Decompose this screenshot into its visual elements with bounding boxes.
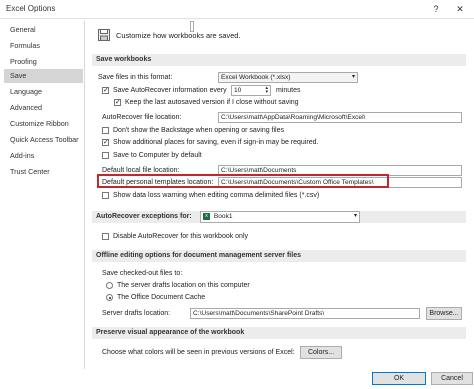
- autorecover-location-label: AutoRecover file location:: [102, 114, 182, 121]
- server-drafts-radio[interactable]: [106, 282, 113, 289]
- server-drafts-option-label: The server drafts location on this compu…: [117, 282, 250, 289]
- sidebar-item-quick-access-toolbar[interactable]: Quick Access Toolbar: [4, 133, 83, 147]
- window-title: Excel Options: [6, 4, 56, 13]
- autorecover-location-input[interactable]: C:\Users\matt\AppData\Roaming\Microsoft\…: [218, 112, 462, 123]
- save-checked-out-label: Save checked-out files to:: [102, 270, 183, 277]
- format-dropdown[interactable]: Excel Workbook (*.xlsx) ▾: [218, 72, 358, 83]
- main-content: Customize how workbooks are saved. Save …: [92, 21, 470, 367]
- excel-workbook-icon: x: [203, 212, 210, 220]
- office-cache-radio[interactable]: [106, 294, 113, 301]
- title-bar: Excel Options ? ✕: [0, 0, 474, 19]
- autorecover-checkbox[interactable]: ✓: [102, 87, 109, 94]
- ok-button[interactable]: OK: [372, 372, 426, 385]
- sidebar-item-save[interactable]: Save: [4, 69, 83, 83]
- section-offline-editing: Offline editing options for document man…: [92, 250, 466, 262]
- workbook-dropdown[interactable]: x Book1 ▾: [200, 211, 360, 223]
- sidebar-item-trust-center[interactable]: Trust Center: [4, 165, 83, 179]
- server-drafts-input[interactable]: C:\Users\matt\Documents\SharePoint Draft…: [190, 308, 420, 319]
- computer-default-checkbox[interactable]: [102, 152, 109, 159]
- backstage-checkbox[interactable]: [102, 127, 109, 134]
- sidebar-item-proofing[interactable]: Proofing: [4, 55, 83, 69]
- save-disk-icon: [98, 29, 110, 41]
- keep-last-label: Keep the last autosaved version if I clo…: [125, 99, 299, 106]
- data-loss-label: Show data loss warning when editing comm…: [113, 192, 320, 199]
- colors-button[interactable]: Colors...: [300, 346, 342, 359]
- data-loss-checkbox[interactable]: [102, 192, 109, 199]
- dialog-footer: OK Cancel: [0, 369, 474, 389]
- autorecover-minutes-value: 10: [234, 87, 242, 94]
- sidebar-item-language[interactable]: Language: [4, 85, 83, 99]
- autorecover-exceptions-label: AutoRecover exceptions for:: [96, 213, 192, 220]
- format-label: Save files in this format:: [98, 74, 173, 81]
- backstage-label: Don't show the Backstage when opening or…: [113, 127, 284, 134]
- sidebar-item-add-ins[interactable]: Add-ins: [4, 149, 83, 163]
- close-button[interactable]: ✕: [452, 2, 468, 16]
- spin-arrows-icon: ▴ ▾: [265, 85, 268, 95]
- additional-places-label: Show additional places for saving, even …: [113, 139, 319, 146]
- autorecover-minutes-spinner[interactable]: 10 ▴ ▾: [231, 85, 271, 96]
- section-save-workbooks: Save workbooks: [92, 54, 466, 66]
- disable-autorecover-checkbox[interactable]: [102, 233, 109, 240]
- default-local-label: Default local file location:: [102, 167, 180, 174]
- chevron-down-icon: ▾: [353, 213, 357, 219]
- sidebar: General Formulas Proofing Save Language …: [4, 21, 85, 369]
- computer-default-label: Save to Computer by default: [113, 152, 202, 159]
- sidebar-item-customize-ribbon[interactable]: Customize Ribbon: [4, 117, 83, 131]
- cancel-button[interactable]: Cancel: [431, 372, 473, 385]
- chevron-down-icon: ▾: [351, 74, 355, 80]
- colors-label: Choose what colors will be seen in previ…: [102, 349, 295, 356]
- server-drafts-location-label: Server drafts location:: [102, 310, 171, 317]
- page-header: Customize how workbooks are saved.: [116, 31, 241, 40]
- help-button[interactable]: ?: [428, 2, 444, 16]
- highlight-box: [97, 174, 389, 188]
- keep-last-checkbox[interactable]: ✓: [114, 99, 121, 106]
- workbook-name: Book1: [213, 213, 233, 220]
- sidebar-item-advanced[interactable]: Advanced: [4, 101, 83, 115]
- browse-button[interactable]: Browse...: [426, 307, 462, 320]
- sidebar-item-formulas[interactable]: Formulas: [4, 39, 83, 53]
- additional-places-checkbox[interactable]: ✓: [102, 139, 109, 146]
- office-cache-option-label: The Office Document Cache: [117, 294, 206, 301]
- section-visual-appearance: Preserve visual appearance of the workbo…: [92, 327, 466, 339]
- autorecover-label: Save AutoRecover information every: [113, 87, 227, 94]
- sidebar-item-general[interactable]: General: [4, 23, 83, 37]
- minutes-label: minutes: [276, 87, 301, 94]
- format-value: Excel Workbook (*.xlsx): [221, 74, 291, 81]
- disable-autorecover-label: Disable AutoRecover for this workbook on…: [113, 233, 249, 240]
